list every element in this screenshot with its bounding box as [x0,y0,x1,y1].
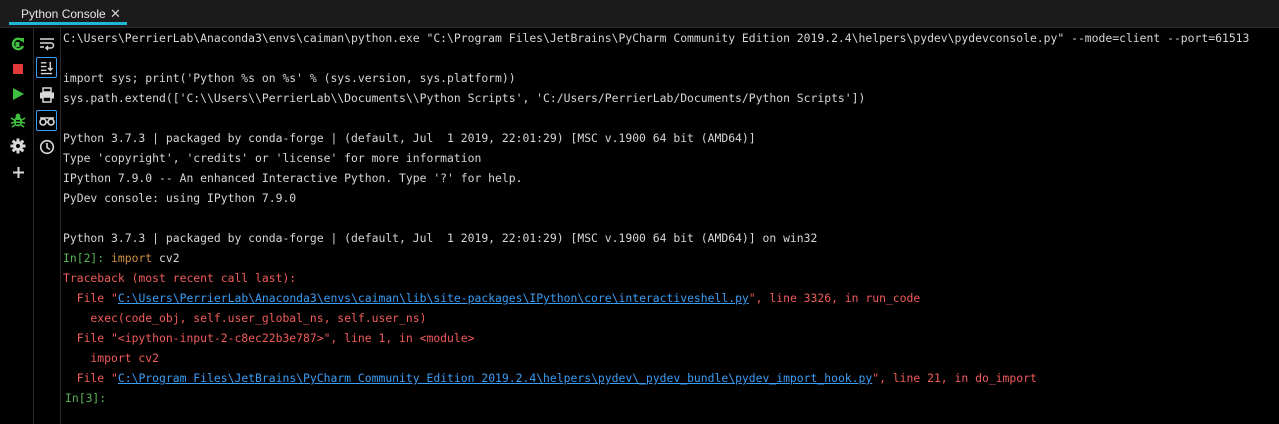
traceback-file-link[interactable]: C:\Users\PerrierLab\Anaconda3\envs\caima… [118,291,749,305]
input-prompt-3[interactable]: In[3]: [65,388,106,408]
traceback-frame-3: File "C:\Program Files\JetBrains\PyCharm… [63,368,1037,388]
console-view-toolbar [34,28,61,424]
traceback-frame-1: File "C:\Users\PerrierLab\Anaconda3\envs… [63,288,921,308]
history-icon[interactable] [37,137,57,157]
print-icon[interactable] [37,85,57,105]
console-actions-toolbar [0,28,34,424]
traceback-code-1: exec(code_obj, self.user_global_ns, self… [63,311,427,325]
import-keyword: import [111,251,153,265]
rerun-icon[interactable] [8,34,28,54]
soft-wrap-icon[interactable] [37,34,57,54]
debug-icon[interactable] [8,110,28,130]
python-version-line: Python 3.7.3 | packaged by conda-forge |… [63,131,756,145]
python-version-line-2: Python 3.7.3 | packaged by conda-forge |… [63,231,818,245]
prompt: In[2]: [63,251,112,265]
plus-icon[interactable] [8,162,28,182]
traceback-frame-suffix: ", line 3326, in run_code [748,291,921,305]
type-info-line: Type 'copyright', 'credits' or 'license'… [63,151,482,165]
variables-view-icon[interactable] [36,110,57,131]
import-target: cv2 [152,251,180,265]
traceback-frame-suffix: ", line 21, in do_import [872,371,1037,385]
run-icon[interactable] [8,84,28,104]
active-tab-indicator [9,22,127,25]
startup-import-line: import sys; print('Python %s on %s' % (s… [63,71,516,85]
traceback-frame-prefix: File " [63,371,118,385]
traceback-frame-2: File "<ipython-input-2-c8ec22b3e787>", l… [63,331,475,345]
ipython-info-line: IPython 7.9.0 -- An enhanced Interactive… [63,171,523,185]
tab-bar: Python Console ✕ [0,0,1279,28]
traceback-file-link[interactable]: C:\Program Files\JetBrains\PyCharm Commu… [118,371,872,385]
traceback-code-2: import cv2 [63,351,160,365]
traceback-frame-prefix: File " [63,291,118,305]
input-line-2: In[2]: import cv2 [63,248,180,268]
scroll-to-end-icon[interactable] [36,57,57,78]
path-extend-line: sys.path.extend(['C:\\Users\\PerrierLab\… [63,91,866,105]
pydev-info-line: PyDev console: using IPython 7.9.0 [63,191,297,205]
stop-icon[interactable] [8,59,28,79]
command-line: C:\Users\PerrierLab\Anaconda3\envs\caima… [63,31,1250,45]
traceback-header: Traceback (most recent call last): [63,271,297,285]
gear-icon[interactable] [8,136,28,156]
tab-title: Python Console [21,7,106,21]
console-output[interactable]: C:\Users\PerrierLab\Anaconda3\envs\caima… [62,28,1279,424]
